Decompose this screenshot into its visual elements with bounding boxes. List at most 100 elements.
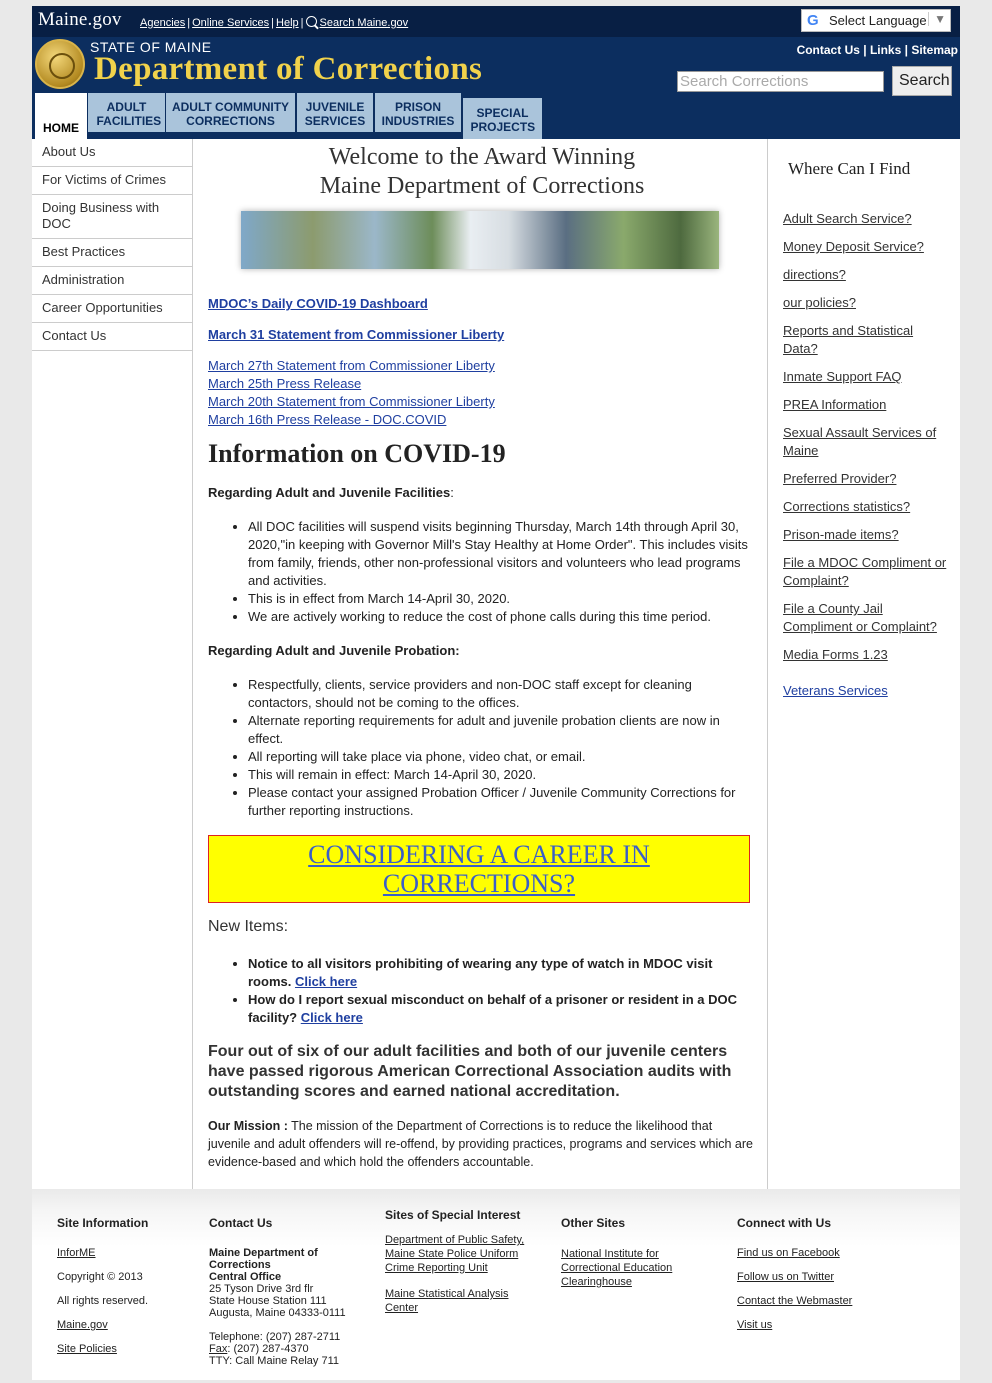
nicec-link[interactable]: National Institute for Correctional Educ… [561, 1247, 691, 1289]
fax-link[interactable]: Fax [209, 1343, 227, 1355]
webmaster-link[interactable]: Contact the Webmaster [737, 1295, 887, 1307]
adult-search-link[interactable]: Adult Search Service? [783, 210, 948, 228]
prea-link[interactable]: PREA Information [783, 396, 948, 414]
list-item: All DOC facilities will suspend visits b… [248, 518, 753, 590]
tab-juvenile-services[interactable]: JUVENILE SERVICES [297, 93, 373, 132]
media-forms-link[interactable]: Media Forms 1.23 [783, 646, 948, 664]
statistics-link[interactable]: Corrections statistics? [783, 498, 948, 516]
nav-item-administration[interactable]: Administration [32, 267, 192, 295]
nav-item-careers[interactable]: Career Opportunities [32, 295, 192, 323]
statistical-analysis-link[interactable]: Maine Statistical Analysis Center [385, 1287, 535, 1315]
preferred-provider-link[interactable]: Preferred Provider? [783, 470, 948, 488]
tab-label: JUVENILE SERVICES [304, 99, 366, 128]
links-link[interactable]: Links [870, 43, 901, 57]
footer-site-info: Site Information InforME Copyright © 201… [57, 1217, 187, 1355]
probation-subheading: Regarding Adult and Juvenile Probation: [208, 643, 460, 658]
policies-link[interactable]: our policies? [783, 294, 948, 312]
online-services-link[interactable]: Online Services [192, 17, 269, 29]
footer-heading: Site Information [57, 1216, 149, 1230]
contact-us-link[interactable]: Contact Us [797, 43, 860, 57]
contact-address-2: State House Station 111 [209, 1295, 327, 1307]
sexual-assault-link[interactable]: Sexual Assault Services of Maine [783, 424, 948, 460]
tab-special-projects[interactable]: SPECIAL PROJECTS [463, 98, 542, 139]
twitter-link[interactable]: Follow us on Twitter [737, 1271, 887, 1283]
mission-label: Our Mission : [208, 1119, 288, 1133]
fax-number: : (207) 287-4370 [227, 1343, 309, 1355]
inmate-faq-link[interactable]: Inmate Support FAQ [783, 368, 948, 386]
list-item: This will remain in effect: March 14-Apr… [248, 766, 743, 784]
tab-adult-community-corrections[interactable]: ADULT COMMUNITY CORRECTIONS [166, 93, 295, 132]
select-language-label: Select Language [829, 13, 927, 28]
nav-item-best-practices[interactable]: Best Practices [32, 239, 192, 267]
click-here-link[interactable]: Click here [295, 974, 357, 989]
march-16-press-link[interactable]: March 16th Press Release - DOC.COVID [208, 411, 756, 429]
new-items-list: Notice to all visitors prohibiting of we… [208, 955, 758, 1027]
nav-item-victims[interactable]: For Victims of Crimes [32, 167, 192, 195]
list-item: Notice to all visitors prohibiting of we… [248, 955, 758, 991]
where-can-i-find-title: Where Can I Find [788, 159, 911, 178]
county-jail-complaint-link[interactable]: File a County Jail Compliment or Complai… [783, 600, 948, 636]
page-container: Maine.gov Agencies | Online Services | Help |… [32, 6, 960, 1380]
covid-dashboard-link[interactable]: MDOC’s Daily COVID-19 Dashboard [208, 295, 756, 313]
footer-other-sites: Other Sites National Institute for Corre… [561, 1217, 691, 1289]
list-item: This is in effect from March 14-April 30… [248, 590, 753, 608]
maine-gov-footer-link[interactable]: Maine.gov [57, 1319, 187, 1331]
tab-home[interactable]: HOME [35, 93, 87, 139]
money-deposit-link[interactable]: Money Deposit Service? [783, 238, 948, 256]
site-policies-link[interactable]: Site Policies [57, 1343, 187, 1355]
facilities-list: All DOC facilities will suspend visits b… [208, 518, 753, 626]
agencies-link[interactable]: Agencies [140, 17, 185, 29]
mission-statement: Our Mission : The mission of the Departm… [208, 1117, 753, 1171]
facebook-link[interactable]: Find us on Facebook [737, 1247, 887, 1259]
march-20-statement-link[interactable]: March 20th Statement from Commissioner L… [208, 393, 756, 411]
contact-phone: Telephone: (207) 287-2711 [209, 1331, 341, 1343]
search-input[interactable] [677, 71, 884, 92]
sitemap-link[interactable]: Sitemap [911, 43, 958, 57]
informe-link[interactable]: InforME [57, 1247, 187, 1259]
tab-label: PRISON INDUSTRIES [381, 99, 455, 128]
directions-link[interactable]: directions? [783, 266, 948, 284]
footer: Site Information InforME Copyright © 201… [32, 1189, 960, 1380]
prison-items-link[interactable]: Prison-made items? [783, 526, 948, 544]
contact-fax: Fax: (207) 287-4370 [209, 1343, 369, 1355]
click-here-link[interactable]: Click here [301, 1010, 363, 1025]
facilities-subheading-text: Regarding Adult and Juvenile Facilities [208, 485, 451, 500]
march-27-statement-link[interactable]: March 27th Statement from Commissioner L… [208, 357, 756, 375]
footer-special-sites: Sites of Special Interest Department of … [385, 1209, 535, 1315]
tab-prison-industries[interactable]: PRISON INDUSTRIES [375, 93, 461, 132]
mission-text: The mission of the Department of Correct… [208, 1119, 753, 1169]
mdoc-complaint-link[interactable]: File a MDOC Compliment or Complaint? [783, 554, 948, 590]
veterans-services-link[interactable]: Veterans Services [783, 682, 948, 700]
public-safety-link[interactable]: Department of Public Safety, Maine State… [385, 1233, 535, 1275]
career-link[interactable]: CONSIDERING A CAREER IN CORRECTIONS? [308, 840, 650, 898]
state-seal-icon [35, 39, 85, 89]
tab-adult-facilities[interactable]: ADULT FACILITIES [88, 93, 165, 132]
visit-us-link[interactable]: Visit us [737, 1319, 887, 1331]
facilities-banner-image [241, 211, 719, 269]
nav-item-contact-us[interactable]: Contact Us [32, 323, 192, 351]
list-item: We are actively working to reduce the co… [248, 608, 753, 626]
footer-heading: Contact Us [209, 1216, 273, 1230]
march-25-press-link[interactable]: March 25th Press Release [208, 375, 756, 393]
search-button[interactable]: Search [892, 66, 952, 96]
chevron-down-icon: ▼ [928, 12, 946, 26]
contact-address-3: Augusta, Maine 04333-0111 [209, 1307, 346, 1319]
help-link[interactable]: Help [276, 17, 299, 29]
march-31-statement-link[interactable]: March 31 Statement from Commissioner Lib… [208, 326, 756, 344]
list-item: How do I report sexual misconduct on beh… [248, 991, 758, 1027]
google-icon: G [807, 12, 819, 29]
career-banner: CONSIDERING A CAREER IN CORRECTIONS? [208, 835, 750, 903]
left-navigation: About Us For Victims of Crimes Doing Bus… [32, 139, 192, 351]
select-language-dropdown[interactable]: G Select Language ▼ [801, 9, 951, 32]
tab-label: ADULT COMMUNITY CORRECTIONS [171, 99, 290, 128]
nav-item-doing-business[interactable]: Doing Business with DOC [32, 195, 192, 239]
maine-gov-logo[interactable]: Maine.gov [38, 9, 122, 31]
tab-label: ADULT FACILITIES [96, 99, 162, 128]
search-maine-gov-link[interactable]: Search Maine.gov [320, 17, 409, 29]
department-title[interactable]: Department of Corrections [94, 51, 482, 88]
footer-connect: Connect with Us Find us on Facebook Foll… [737, 1217, 887, 1331]
footer-heading: Other Sites [561, 1216, 626, 1230]
utility-links: Contact Us | Links | Sitemap [796, 43, 958, 57]
nav-item-about-us[interactable]: About Us [32, 139, 192, 167]
reports-link[interactable]: Reports and Statistical Data? [783, 322, 948, 358]
